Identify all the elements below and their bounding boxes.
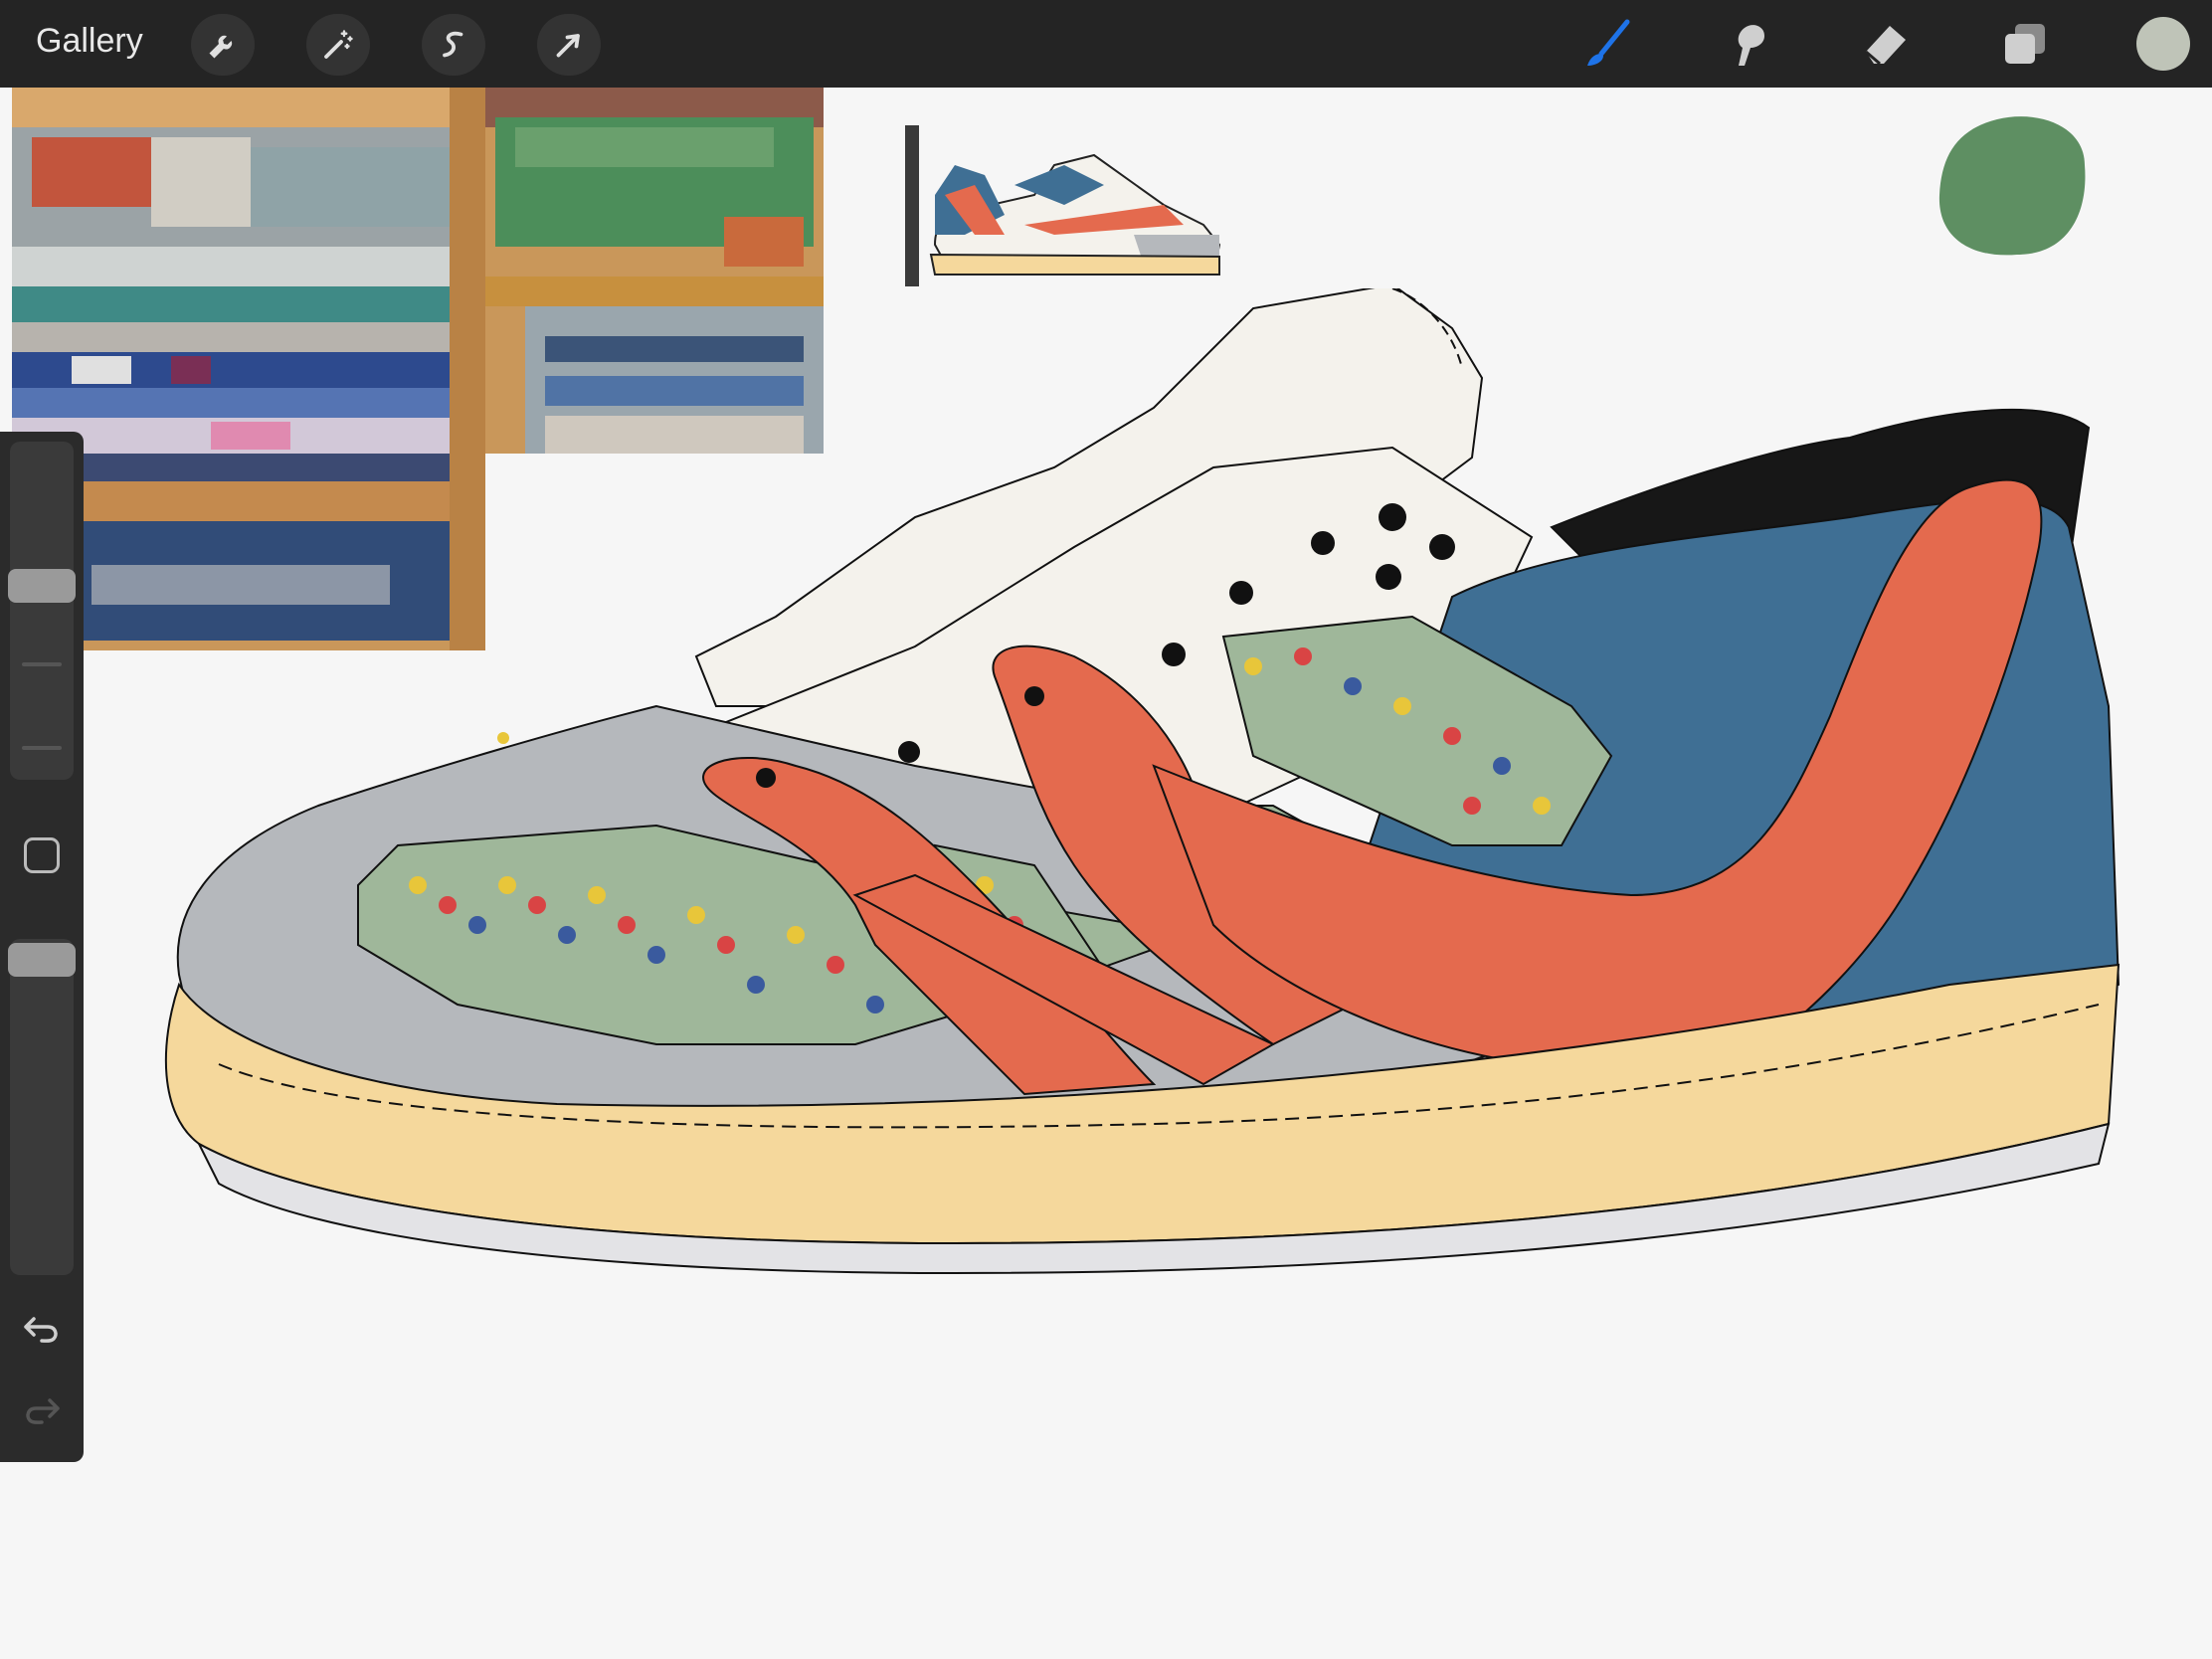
drawing-canvas[interactable]: [159, 288, 2128, 1303]
top-toolbar: Gallery: [0, 0, 2212, 88]
opacity-slider[interactable]: [10, 939, 74, 1275]
reference-thumbnail-sneaker[interactable]: [905, 125, 1225, 286]
smudge-icon[interactable]: [1715, 12, 1778, 76]
transform-arrow-icon[interactable]: [537, 14, 601, 76]
slider-tick: [22, 746, 62, 750]
square-modifier-icon[interactable]: [24, 837, 60, 873]
left-sidebar: [0, 432, 84, 1462]
layers-icon[interactable]: [1993, 12, 2057, 76]
eraser-icon[interactable]: [1854, 12, 1918, 76]
selection-s-icon[interactable]: [422, 14, 485, 76]
brush-size-slider[interactable]: [10, 442, 74, 780]
redo-icon[interactable]: [18, 1386, 66, 1434]
green-color-blob: [1938, 116, 2086, 256]
magic-wand-icon[interactable]: [306, 14, 370, 76]
opacity-handle[interactable]: [8, 943, 76, 977]
color-picker-swatch[interactable]: [2136, 17, 2190, 71]
brush-icon[interactable]: [1575, 12, 1639, 76]
gallery-button[interactable]: Gallery: [36, 22, 143, 61]
brush-size-handle[interactable]: [8, 569, 76, 603]
slider-tick: [22, 662, 62, 666]
wrench-icon[interactable]: [191, 14, 255, 76]
undo-icon[interactable]: [18, 1305, 66, 1353]
